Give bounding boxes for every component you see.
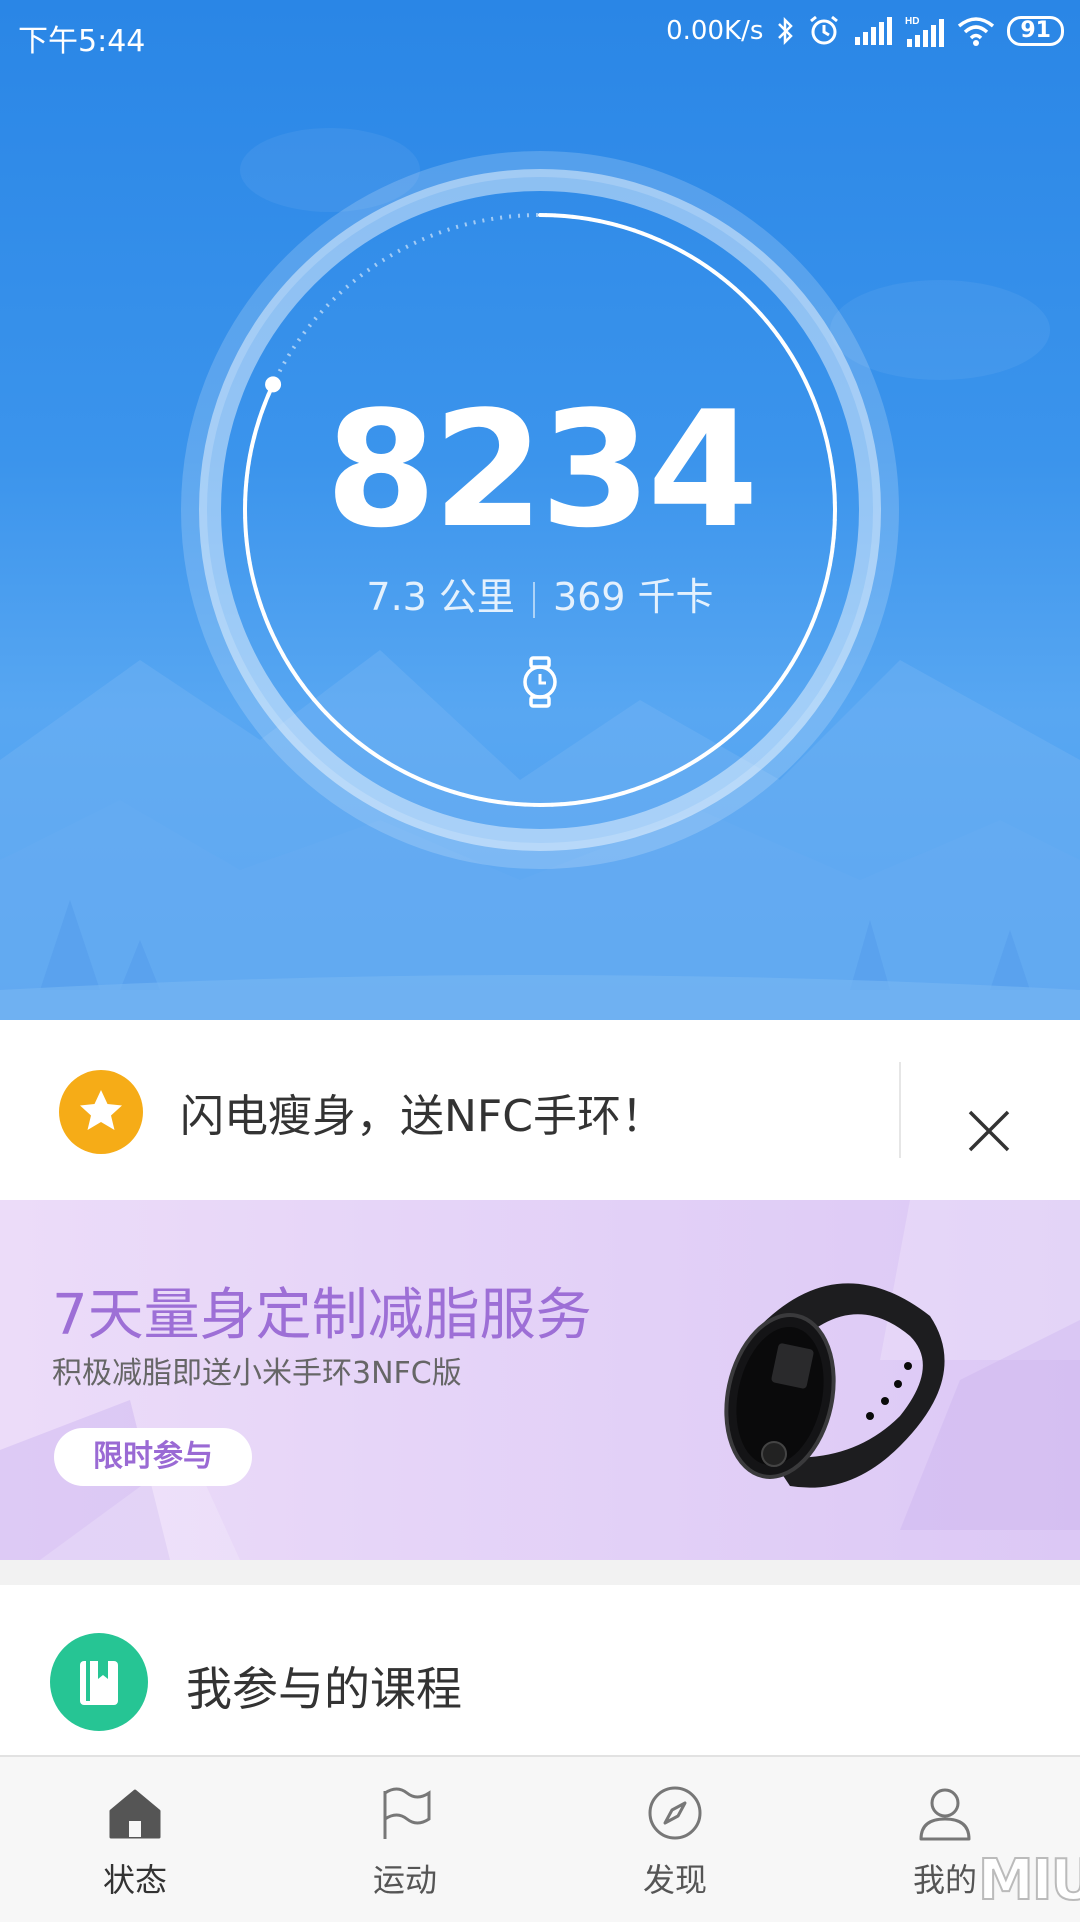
home-icon bbox=[109, 1789, 161, 1839]
hero-panel: 下午5:44 0.00K/s HD 91 8234 7.3 公里 369 千卡 bbox=[0, 0, 1080, 1020]
tab-discover-label: 发现 bbox=[642, 1861, 707, 1899]
join-now-button[interactable]: 限时参与 bbox=[54, 1428, 252, 1486]
my-courses-label: 我参与的课程 bbox=[186, 1662, 462, 1716]
book-icon bbox=[50, 1633, 148, 1731]
promo-banner[interactable]: 7天量身定制减脂服务 积极减脂即送小米手环3NFC版 限时参与 bbox=[0, 1200, 1080, 1560]
promo-text: 闪电瘦身，送NFC手环！ bbox=[180, 1091, 665, 1142]
tab-sport-label: 运动 bbox=[372, 1861, 437, 1899]
miui-watermark: MIUI bbox=[977, 1847, 1080, 1914]
user-icon bbox=[919, 1788, 971, 1841]
tab-status[interactable]: 状态 bbox=[35, 1757, 235, 1922]
summary-divider bbox=[532, 581, 535, 618]
fitness-band-image bbox=[724, 1283, 945, 1488]
compass-icon bbox=[648, 1786, 702, 1840]
calories-value: 369 千卡 bbox=[552, 575, 714, 619]
activity-summary: 7.3 公里 369 千卡 bbox=[0, 566, 1080, 621]
banner-title: 7天量身定制减脂服务 bbox=[52, 1283, 592, 1348]
promo-notice[interactable]: 闪电瘦身，送NFC手环！ bbox=[0, 1020, 1080, 1200]
star-icon bbox=[59, 1070, 143, 1154]
distance-value: 7.3 公里 bbox=[366, 575, 515, 619]
bottom-tab-bar: 状态 运动 发现 我的 bbox=[0, 1755, 1080, 1922]
step-count[interactable]: 8234 bbox=[0, 390, 1080, 550]
flag-icon bbox=[383, 1787, 431, 1839]
banner-subtitle: 积极减脂即送小米手环3NFC版 bbox=[52, 1356, 462, 1391]
tab-sport[interactable]: 运动 bbox=[305, 1757, 505, 1922]
promo-divider bbox=[899, 1062, 901, 1158]
my-courses-row[interactable]: 我参与的课程 bbox=[0, 1585, 1080, 1755]
tab-status-label: 状态 bbox=[102, 1861, 167, 1899]
close-icon[interactable] bbox=[966, 1108, 1012, 1154]
watch-icon[interactable] bbox=[518, 656, 562, 708]
tab-discover[interactable]: 发现 bbox=[575, 1757, 775, 1922]
